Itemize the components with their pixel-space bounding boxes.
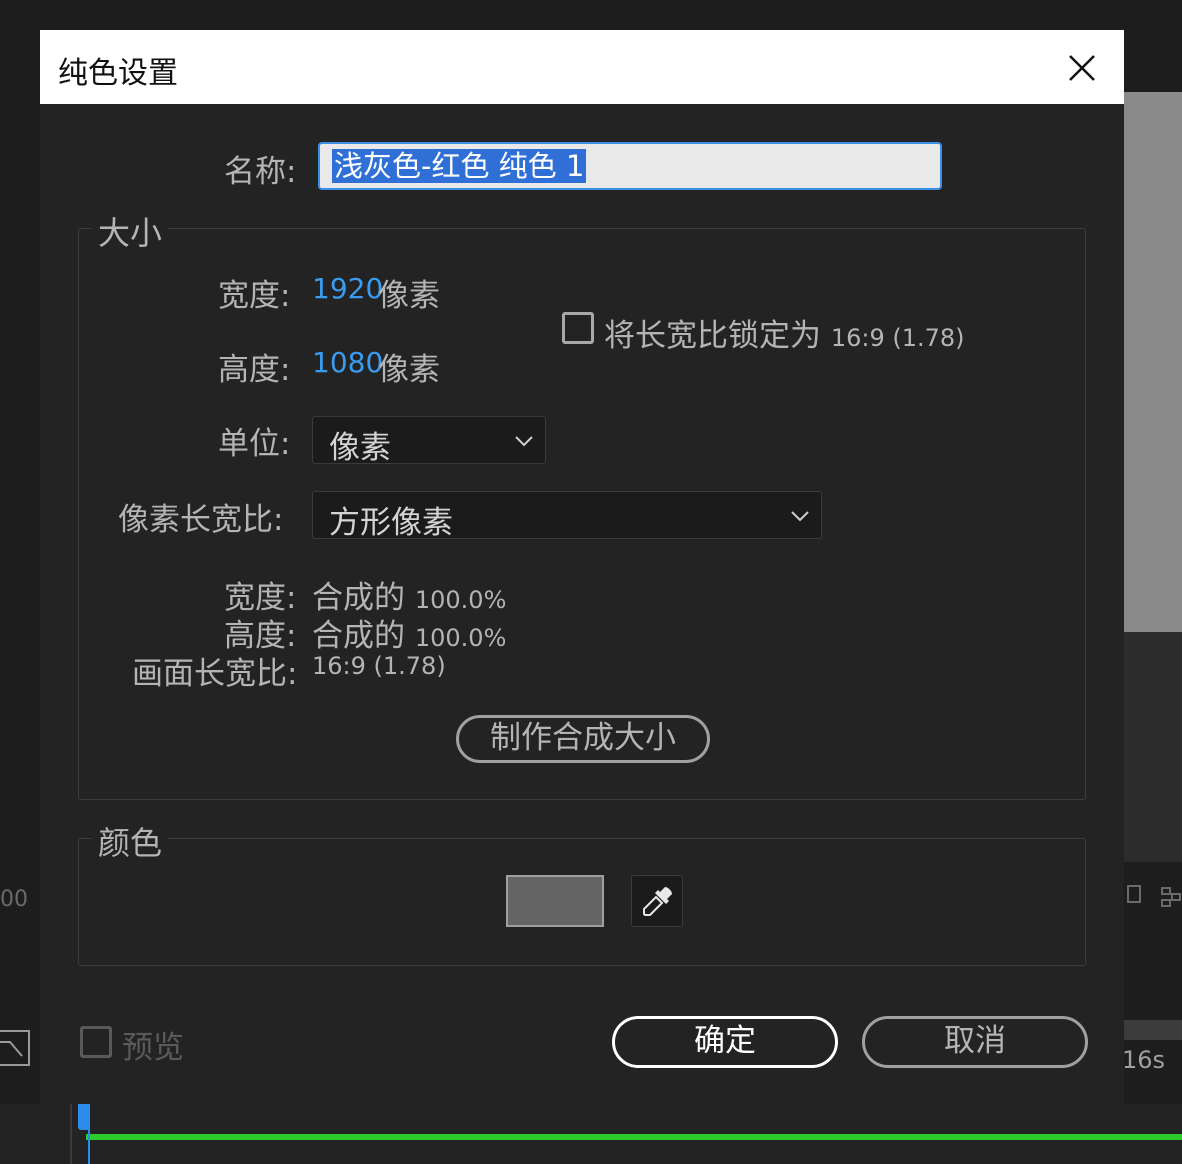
background-panel-strip — [1124, 632, 1182, 862]
background-work-area-bar — [86, 1134, 1182, 1140]
cancel-button[interactable]: 取消 — [862, 1016, 1088, 1068]
color-swatch[interactable] — [506, 875, 604, 927]
name-input[interactable]: 浅灰色-红色 纯色 1 — [318, 142, 942, 190]
info-height-prefix: 合成的 — [312, 618, 405, 654]
background-time-label: 16s — [1122, 1046, 1166, 1074]
units-label: 单位: — [218, 426, 291, 462]
units-select-value: 像素 — [329, 430, 391, 466]
lock-aspect-value: 16:9 (1.78) — [830, 324, 965, 352]
chevron-down-icon — [515, 436, 533, 447]
preview-checkbox[interactable] — [80, 1026, 112, 1058]
eyedropper-button[interactable] — [631, 875, 683, 927]
dialog-title-bar: 纯色设置 — [40, 30, 1124, 104]
width-unit: 像素 — [378, 278, 440, 314]
height-label: 高度: — [218, 352, 291, 388]
size-group-title: 大小 — [92, 208, 169, 254]
width-value[interactable]: 1920 — [312, 272, 383, 305]
preview-label: 预览 — [122, 1030, 184, 1066]
playhead-line — [88, 1126, 90, 1164]
close-button[interactable] — [1062, 48, 1102, 88]
name-label: 名称: — [224, 154, 297, 190]
pixel-aspect-label: 像素长宽比: — [118, 502, 284, 538]
background-toolbar-icon — [1127, 885, 1181, 907]
dialog-title: 纯色设置 — [58, 56, 178, 91]
color-group-title: 颜色 — [92, 818, 169, 864]
background-panel-right — [1124, 92, 1182, 632]
eyedropper-icon — [643, 887, 672, 916]
name-input-value: 浅灰色-红色 纯色 1 — [332, 149, 587, 183]
lock-aspect-label: 将长宽比锁定为 16:9 (1.78) — [604, 310, 965, 355]
background-track-divider — [70, 1104, 72, 1164]
graph-icon — [0, 1041, 23, 1057]
lock-aspect-text: 将长宽比锁定为 — [604, 318, 821, 354]
lock-aspect-checkbox[interactable] — [562, 312, 594, 344]
width-label: 宽度: — [218, 278, 291, 314]
close-icon — [1069, 55, 1095, 81]
pixel-aspect-select[interactable]: 方形像素 — [312, 491, 822, 541]
background-graph-icon — [0, 1030, 30, 1066]
pixel-aspect-select-value: 方形像素 — [329, 505, 453, 541]
background-timeline-row — [1124, 1020, 1182, 1040]
ok-button[interactable]: 确定 — [612, 1016, 838, 1068]
info-height-value: 100.0% — [414, 624, 507, 652]
chevron-down-icon — [791, 511, 809, 522]
frame-aspect-label: 画面长宽比: — [132, 656, 298, 692]
height-value[interactable]: 1080 — [312, 346, 383, 379]
height-unit: 像素 — [378, 352, 440, 388]
make-comp-size-button[interactable]: 制作合成大小 — [456, 715, 710, 763]
units-select[interactable]: 像素 — [312, 416, 546, 466]
solid-settings-dialog: 纯色设置 名称: 浅灰色-红色 纯色 1 大小 宽度: 1920 像素 高度: … — [40, 30, 1124, 1104]
background-timecode-fragment: 00 — [0, 887, 28, 912]
background-icons — [1126, 878, 1182, 914]
frame-aspect-value: 16:9 (1.78) — [312, 652, 446, 680]
info-height-text: 合成的 100.0% — [312, 610, 506, 655]
